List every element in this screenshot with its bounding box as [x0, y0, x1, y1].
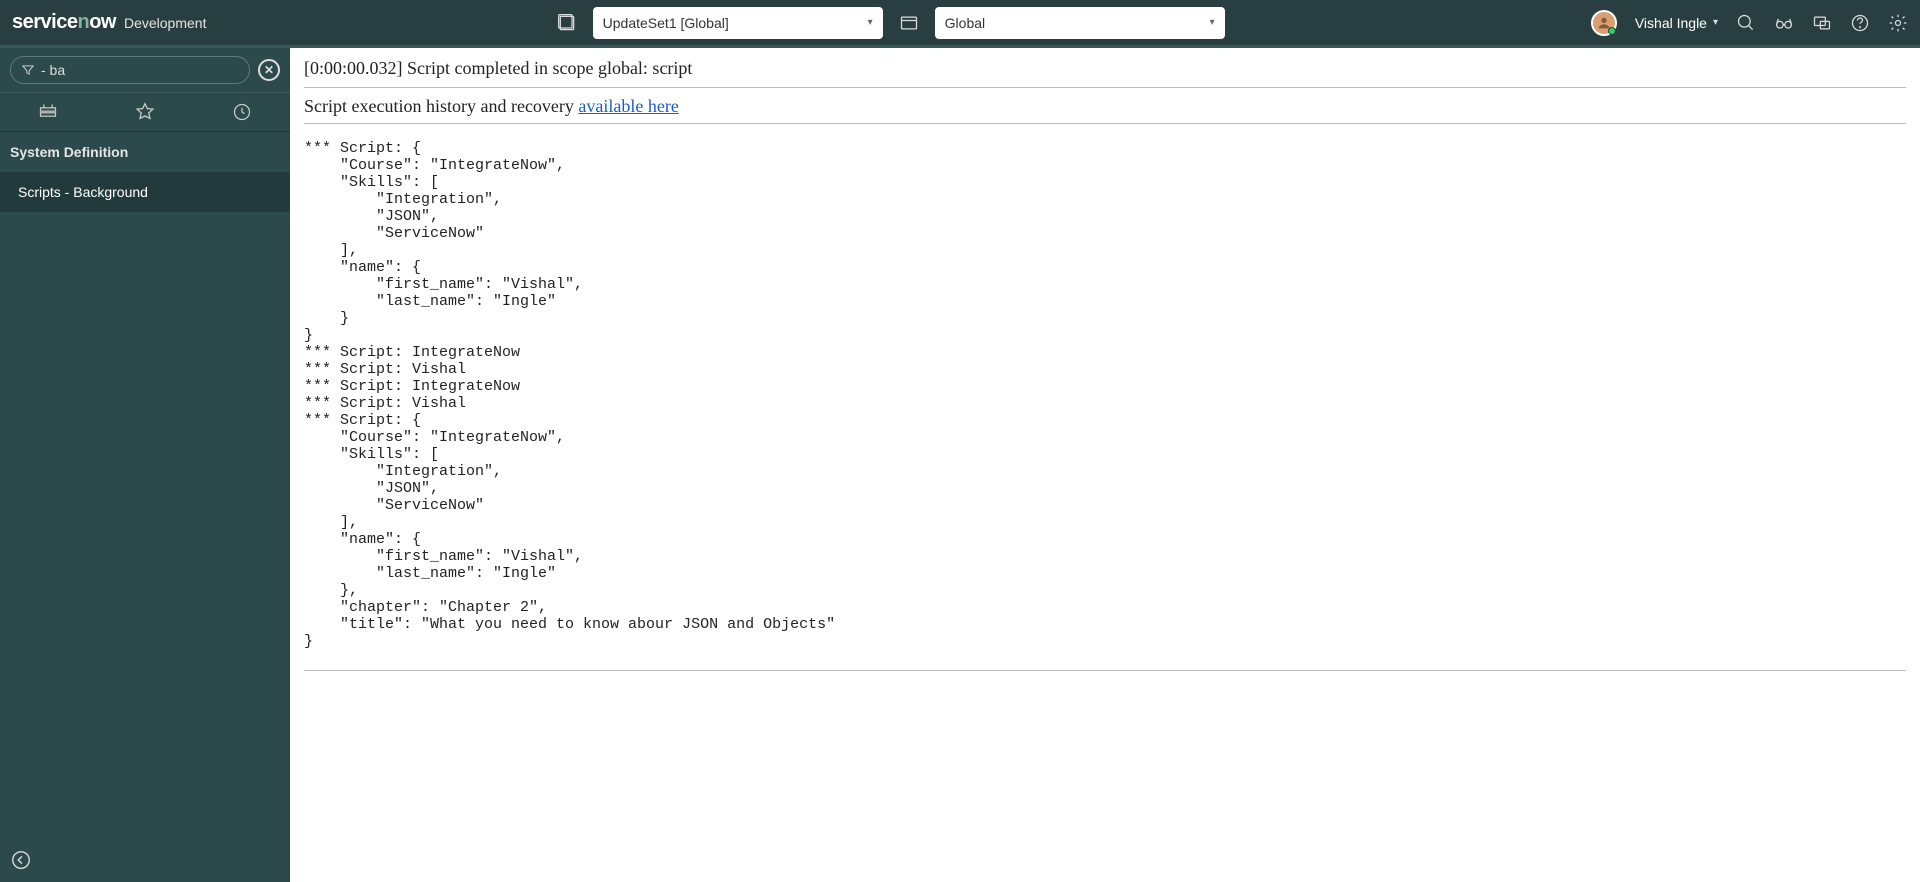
gear-icon[interactable]: [1888, 13, 1908, 33]
script-output: *** Script: { "Course": "IntegrateNow", …: [304, 140, 1906, 671]
avatar[interactable]: [1591, 10, 1617, 36]
updateset-value: UpdateSet1 [Global]: [603, 15, 729, 31]
logo-part-n: n: [77, 11, 89, 33]
chevron-down-icon: ▾: [1210, 17, 1215, 28]
main-content: [0:00:00.032] Script completed in scope …: [290, 48, 1920, 882]
header-center: UpdateSet1 [Global] ▾ Global ▾: [557, 7, 1225, 39]
chevron-down-icon: ▾: [1713, 17, 1718, 28]
filter-input-wrap[interactable]: [10, 56, 250, 84]
sidebar: ✕ System Definition Scripts - Background: [0, 48, 290, 882]
updateset-selector[interactable]: UpdateSet1 [Global] ▾: [593, 7, 883, 39]
presence-indicator: [1608, 27, 1616, 35]
logo-block: servicenow Development: [12, 11, 206, 34]
glasses-icon[interactable]: [1774, 13, 1794, 33]
chat-icon[interactable]: [1812, 13, 1832, 33]
scope-value: Global: [945, 15, 985, 31]
tab-all-apps[interactable]: [0, 93, 97, 131]
sidebar-tabbar: [0, 92, 290, 132]
logo-part-service: service: [12, 11, 77, 33]
collapse-sidebar-button[interactable]: [10, 849, 32, 876]
history-prefix: Script execution history and recovery: [304, 96, 578, 116]
environment-label: Development: [124, 15, 207, 31]
filter-input[interactable]: [41, 62, 239, 78]
search-icon[interactable]: [1736, 13, 1756, 33]
tab-history[interactable]: [193, 93, 290, 131]
nav-item-scripts-background[interactable]: Scripts - Background: [0, 172, 290, 212]
logo-part-ow: ow: [89, 11, 116, 33]
logo: servicenow: [12, 11, 116, 34]
user-menu[interactable]: Vishal Ingle ▾: [1635, 15, 1718, 31]
script-history-line: Script execution history and recovery av…: [304, 96, 1906, 124]
tab-favorites[interactable]: [97, 93, 194, 131]
history-link[interactable]: available here: [578, 96, 678, 116]
app-header: servicenow Development UpdateSet1 [Globa…: [0, 0, 1920, 48]
chevron-down-icon: ▾: [868, 17, 873, 28]
scope-icon[interactable]: [899, 13, 919, 33]
filter-icon: [21, 63, 35, 77]
scope-selector[interactable]: Global ▾: [935, 7, 1225, 39]
filter-row: ✕: [0, 48, 290, 92]
updateset-icon[interactable]: [557, 13, 577, 33]
nav-category[interactable]: System Definition: [0, 132, 290, 172]
header-right: Vishal Ingle ▾: [1591, 10, 1908, 36]
script-status-line: [0:00:00.032] Script completed in scope …: [304, 58, 1906, 88]
clear-filter-button[interactable]: ✕: [258, 59, 280, 81]
username-label: Vishal Ingle: [1635, 15, 1707, 31]
help-icon[interactable]: [1850, 13, 1870, 33]
